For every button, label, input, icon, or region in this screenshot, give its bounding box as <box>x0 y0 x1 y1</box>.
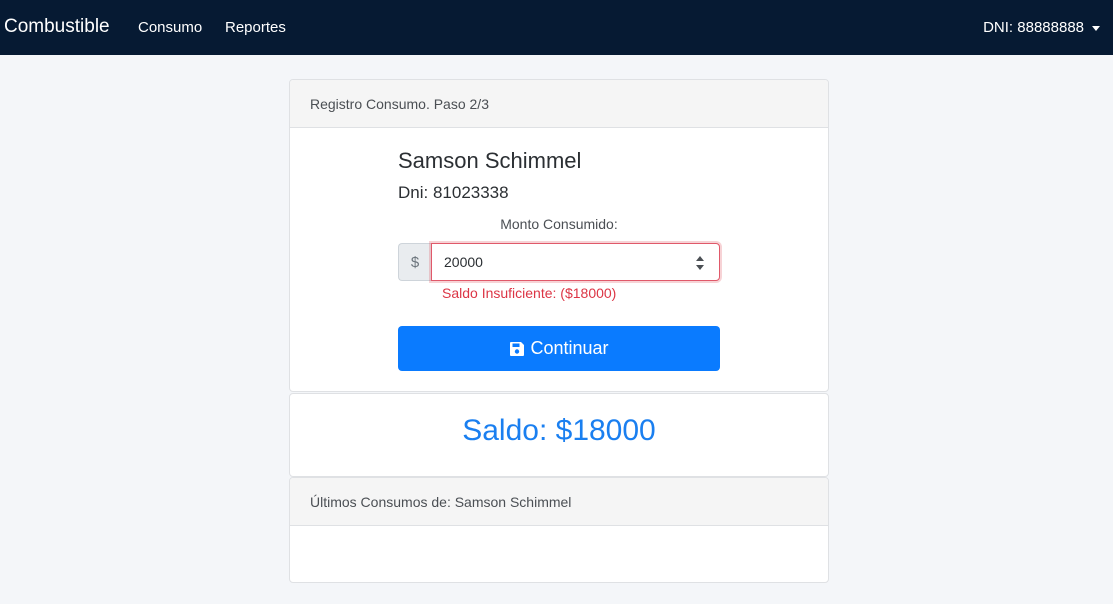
registro-card-header: Registro Consumo. Paso 2/3 <box>290 80 828 128</box>
ultimos-consumos-header: Últimos Consumos de: Samson Schimmel <box>290 478 828 526</box>
registro-title: Registro Consumo. Paso 2/3 <box>310 95 489 112</box>
continuar-button[interactable]: Continuar <box>398 326 720 371</box>
amount-input-group: $ <box>398 243 720 281</box>
save-icon <box>510 341 525 356</box>
monto-label: Monto Consumido: <box>500 216 618 232</box>
user-dropdown[interactable]: DNI: 88888888 <box>983 19 1100 37</box>
currency-prefix: $ <box>398 243 431 281</box>
amount-field[interactable] <box>431 243 720 281</box>
caret-down-icon <box>1092 25 1100 31</box>
user-dni-label: DNI: 88888888 <box>983 19 1084 36</box>
client-name: Samson Schimmel <box>398 148 582 173</box>
saldo-amount: Saldo: $18000 <box>462 414 656 447</box>
registro-card: Registro Consumo. Paso 2/3 Samson Schimm… <box>289 79 829 392</box>
continuar-label: Continuar <box>530 338 609 358</box>
nav-link-consumo[interactable]: Consumo <box>138 19 202 37</box>
client-dni: Dni: 81023338 <box>398 183 509 202</box>
error-message: Saldo Insuficiente: ($18000) <box>442 285 617 301</box>
nav-link-reportes[interactable]: Reportes <box>225 19 286 37</box>
number-spinner-icon[interactable] <box>695 255 705 271</box>
brand-link[interactable]: Combustible <box>4 16 110 38</box>
ultimos-consumos-card: Últimos Consumos de: Samson Schimmel <box>289 477 829 583</box>
ultimos-consumos-title: Últimos Consumos de: Samson Schimmel <box>310 493 572 510</box>
amount-input[interactable] <box>444 254 674 270</box>
top-navbar: Combustible Consumo Reportes DNI: 888888… <box>0 0 1113 55</box>
saldo-card: Saldo: $18000 <box>289 393 829 477</box>
